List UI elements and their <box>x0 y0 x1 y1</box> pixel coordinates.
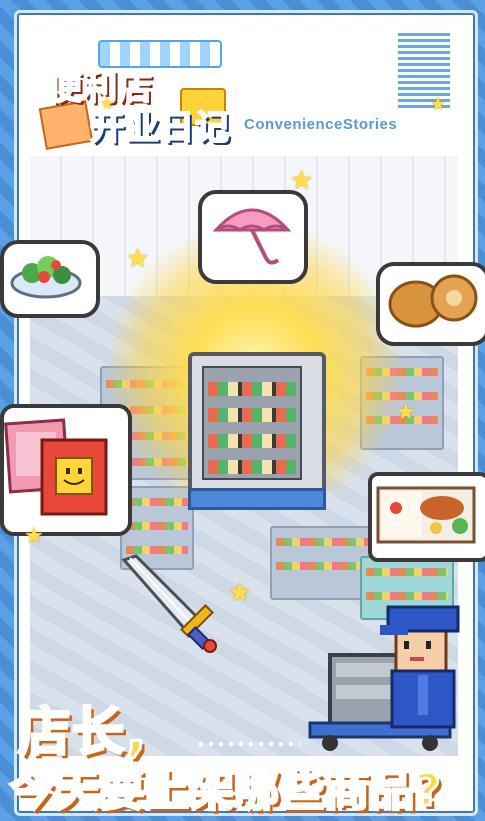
store-clerk-icon <box>308 605 460 751</box>
headline-line2: 今天要上架哪些商品? <box>9 764 443 818</box>
star-icon: ★ <box>24 524 44 549</box>
game-logo: 便利店 开业日记 <box>30 40 230 150</box>
dotted-divider <box>196 740 300 748</box>
star-icon: ★ <box>126 244 150 274</box>
star-icon: ★ <box>228 578 252 608</box>
star-icon: ★ <box>430 94 447 115</box>
umbrella-icon <box>212 208 292 265</box>
star-icon: ★ <box>396 400 416 425</box>
bento-icon <box>376 486 476 544</box>
display-cooler-icon <box>188 352 326 510</box>
bread-icon <box>388 274 478 328</box>
logo-subtitle: ConvenienceStories <box>244 116 398 133</box>
star-icon: ★ <box>290 166 314 196</box>
star-icon: ★ <box>100 94 115 113</box>
salad-icon <box>10 256 82 299</box>
cards-icon <box>4 418 108 516</box>
promo-screen: 便利店 开业日记 ConvenienceStories ★ ★ ★ ★ ★ ★ … <box>0 0 485 821</box>
store-shelf <box>270 526 374 600</box>
sword-icon <box>121 554 217 653</box>
